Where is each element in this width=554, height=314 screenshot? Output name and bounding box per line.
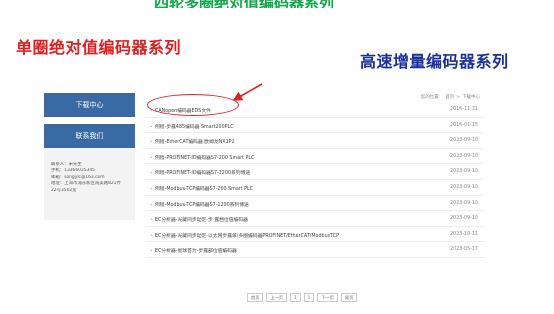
pagination: 首页 上一页 1 1 下一页 尾页 — [247, 293, 358, 302]
breadcrumb-prefix: 您的位置： — [420, 95, 444, 100]
download-link[interactable]: 例程-Modbus-TCP编码器S7-1200系列博途 — [155, 201, 249, 208]
headline-single-turn: 单圈绝对值编码器系列 — [16, 38, 182, 57]
list-item: • 例程-Modbus-TCP编码器S7-1200系列博途 2023-09-10 — [146, 196, 484, 212]
bullet-icon: • — [150, 139, 153, 145]
download-date: 2023-09-10 — [450, 184, 478, 190]
list-item: • 例程-步露485编码器 Smart200PLC 2016-01-15 — [146, 118, 484, 134]
list-item: • EC分析器-光藏同步动定-以太网步露单/多圈编码器PROFINET/Ethe… — [146, 227, 484, 243]
last-page-button[interactable]: 尾页 — [340, 293, 358, 302]
download-link[interactable]: 例程-EtherCAT编码器 欧姆龙NX1P2 — [155, 138, 235, 145]
sidebar-download-button[interactable]: 下载中心 — [44, 93, 135, 117]
bullet-icon: • — [150, 201, 153, 207]
prev-page-button[interactable]: 上一页 — [266, 293, 287, 302]
list-item: • 例程-Modbus-TCP编码器S7-200 Smart PLC 2023-… — [146, 180, 484, 196]
download-link[interactable]: 例程-步露485编码器 Smart200PLC — [155, 123, 234, 130]
bullet-icon: • — [150, 232, 153, 238]
breadcrumb-separator: > — [456, 95, 460, 100]
list-item: • EC分析器-星球首为-步露部位值编码器 2023-05-17 — [146, 242, 484, 258]
contact-info-box: 联系人：宋先生 手机：13366035345 邮箱：songylc@163.co… — [44, 148, 135, 220]
list-item: • EC分析器-光藏同步动定-步 露档位值编码器 2023-09-10 — [146, 211, 484, 227]
download-list: • CANopen编码器EDS文件 2016-11-31 • 例程-步露485编… — [146, 102, 484, 258]
banner-top-title: 四轮多圈绝对值编码器系列 — [154, 0, 394, 8]
next-page-button[interactable]: 下一页 — [317, 293, 338, 302]
bullet-icon: • — [150, 185, 153, 191]
download-date: 2016-01-15 — [450, 122, 478, 128]
breadcrumb-current: 下载中心 — [462, 95, 480, 100]
bullet-icon: • — [150, 108, 153, 113]
download-link[interactable]: CANopen编码器EDS文件 — [155, 107, 211, 114]
download-link[interactable]: 例程-PROFINET-IO编码器S7-1200系列博途 — [155, 169, 250, 176]
bullet-icon: • — [150, 123, 153, 129]
page-1-button[interactable]: 1 — [289, 293, 301, 302]
download-date: 2016-11-31 — [450, 107, 478, 112]
headline-incremental: 高速增量编码器系列 — [360, 52, 509, 71]
download-date: 2023-05-17 — [450, 247, 478, 253]
sidebar-contact-button[interactable]: 联系我们 — [44, 124, 135, 148]
first-page-button[interactable]: 首页 — [247, 293, 264, 302]
download-link[interactable]: 例程-PROFINET-IO编码器S7-200 Smart PLC — [155, 154, 254, 161]
breadcrumb: 您的位置： 首页 > 下载中心 — [360, 94, 480, 100]
download-date: 2023-09-10 — [450, 153, 478, 159]
contact-address-line2: 22号3502室 — [51, 187, 77, 193]
download-link[interactable]: EC分析器-星球首为-步露部位值编码器 — [155, 247, 237, 254]
bullet-icon: • — [150, 248, 153, 254]
breadcrumb-home-link[interactable]: 首页 — [445, 95, 454, 100]
download-date: 2023-09-10 — [450, 138, 478, 144]
bullet-icon: • — [150, 170, 153, 176]
download-date: 2023-09-10 — [450, 169, 478, 175]
list-item: • 例程-PROFINET-IO编码器S7-1200系列博途 2023-09-1… — [146, 164, 484, 180]
download-date: 2023-10-11 — [450, 231, 478, 237]
download-date: 2023-09-10 — [450, 216, 478, 222]
bullet-icon: • — [150, 154, 153, 160]
list-item: • CANopen编码器EDS文件 2016-11-31 — [146, 102, 484, 118]
download-link[interactable]: EC分析器-光藏同步动定-步 露档位值编码器 — [155, 216, 248, 223]
download-link[interactable]: EC分析器-光藏同步动定-以太网步露单/多圈编码器PROFINET/EtherC… — [155, 232, 339, 239]
page-2-button[interactable]: 1 — [303, 293, 315, 302]
download-link[interactable]: 例程-Modbus-TCP编码器S7-200 Smart PLC — [155, 185, 253, 192]
sidebar: 下载中心 联系我们 联系人：宋先生 手机：13366035345 邮箱：song… — [44, 93, 135, 220]
list-item: • 例程-PROFINET-IO编码器S7-200 Smart PLC 2023… — [146, 149, 484, 165]
download-date: 2023-09-10 — [450, 200, 478, 206]
list-item: • 例程-EtherCAT编码器 欧姆龙NX1P2 2023-09-10 — [146, 133, 484, 149]
bullet-icon: • — [150, 217, 153, 223]
